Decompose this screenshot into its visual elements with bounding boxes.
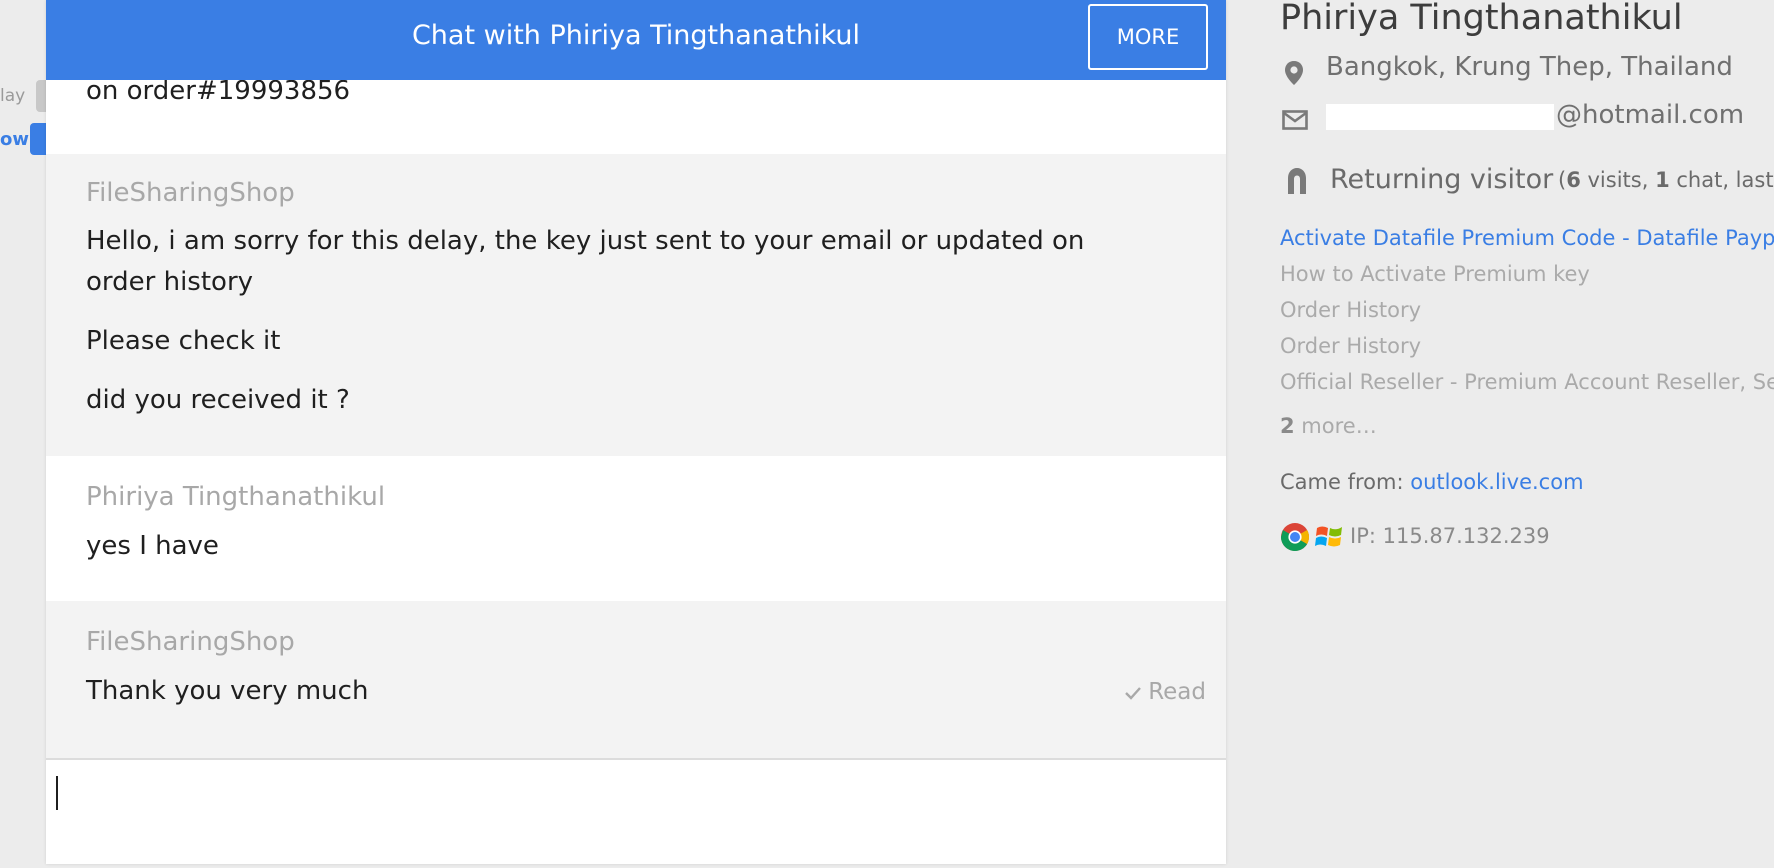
visited-page-link[interactable]: Activate Datafile Premium Code - Datafil…	[1280, 226, 1774, 250]
left-sidebar-stub: lay ow	[0, 0, 46, 868]
checkmark-icon	[1125, 686, 1142, 700]
visits-word: visits,	[1580, 168, 1656, 192]
message-text: did you received it ?	[86, 385, 350, 415]
more-pages-word: more…	[1294, 414, 1377, 438]
message-item: FileSharingShop Thank you very much Read	[46, 601, 1226, 758]
message-text: Hello, i am sorry for this delay, the ke…	[86, 226, 1085, 256]
visitor-email-row: @hotmail.com	[1280, 100, 1774, 136]
sidebar-item-partial-2[interactable]: ow	[0, 129, 29, 150]
chat-panel: Chat with Phiriya Tingthanathikul MORE o…	[46, 0, 1226, 864]
returning-visitor-row: Returning visitor (6 visits, 1 chat, las…	[1280, 164, 1774, 204]
visitor-ip: IP: 115.87.132.239	[1350, 524, 1550, 548]
visits-open-paren: (	[1558, 168, 1567, 192]
visits-count: 6	[1566, 168, 1581, 192]
referrer-label: Came from:	[1280, 470, 1411, 494]
message-text: Please check it	[86, 326, 281, 356]
message-text: Thank you very much	[86, 676, 369, 706]
message-text: order history	[86, 267, 254, 297]
visitor-location: Bangkok, Krung Thep, Thailand	[1326, 52, 1733, 82]
chat-title: Chat with Phiriya Tingthanathikul	[411, 20, 861, 51]
visited-page-link[interactable]: Official Reseller - Premium Account Rese…	[1280, 370, 1774, 394]
read-status-text: Read	[1148, 679, 1206, 705]
visitor-location-row: Bangkok, Krung Thep, Thailand	[1280, 52, 1774, 88]
more-button[interactable]: MORE	[1088, 4, 1208, 70]
more-pages-count: 2	[1280, 414, 1295, 438]
sidebar-pill-gray[interactable]	[36, 80, 46, 112]
location-pin-icon	[1285, 61, 1303, 85]
message-text: yes I have	[86, 531, 219, 561]
visitor-name: Phiriya Tingthanathikul	[1280, 0, 1683, 38]
sidebar-pill-blue[interactable]	[30, 123, 46, 155]
visited-page-link[interactable]: Order History	[1280, 334, 1421, 358]
message-item: Phiriya Tingthanathikul yes I have	[46, 456, 1226, 601]
message-item: on order#19993856	[46, 80, 1226, 154]
more-pages-link[interactable]: 2 more…	[1280, 414, 1377, 438]
email-redaction	[1326, 104, 1554, 130]
sidebar-item-partial-1[interactable]: lay	[0, 86, 25, 106]
message-list[interactable]: on order#19993856 FileSharingShop Hello,…	[46, 80, 1226, 758]
referrer-row: Came from: outlook.live.com	[1280, 470, 1584, 494]
chat-header: Chat with Phiriya Tingthanathikul MORE	[46, 0, 1226, 80]
message-item: FileSharingShop Hello, i am sorry for th…	[46, 154, 1226, 456]
visited-page-link[interactable]: How to Activate Premium key	[1280, 262, 1590, 286]
visitor-info-panel: Phiriya Tingthanathikul Bangkok, Krung T…	[1280, 0, 1774, 868]
message-composer[interactable]	[46, 758, 1226, 864]
message-author: Phiriya Tingthanathikul	[86, 482, 386, 512]
visits-summary: (6 visits, 1 chat, last se	[1558, 168, 1774, 192]
chats-count: 1	[1655, 168, 1670, 192]
read-receipt: Read	[1124, 679, 1206, 705]
windows-icon	[1315, 526, 1342, 547]
visitor-email[interactable]: @hotmail.com	[1556, 100, 1744, 130]
envelope-icon	[1282, 110, 1308, 130]
text-caret	[56, 776, 58, 810]
message-author: FileSharingShop	[86, 178, 295, 208]
visited-page-link[interactable]: Order History	[1280, 298, 1421, 322]
referrer-link[interactable]: outlook.live.com	[1410, 470, 1583, 494]
message-text: on order#19993856	[86, 80, 351, 106]
chrome-icon	[1281, 523, 1309, 551]
returning-visitor-icon	[1288, 168, 1306, 194]
returning-visitor-label: Returning visitor	[1330, 164, 1554, 195]
chats-word: chat, last se	[1676, 168, 1774, 192]
message-author: FileSharingShop	[86, 627, 295, 657]
message-input[interactable]	[54, 770, 1218, 854]
